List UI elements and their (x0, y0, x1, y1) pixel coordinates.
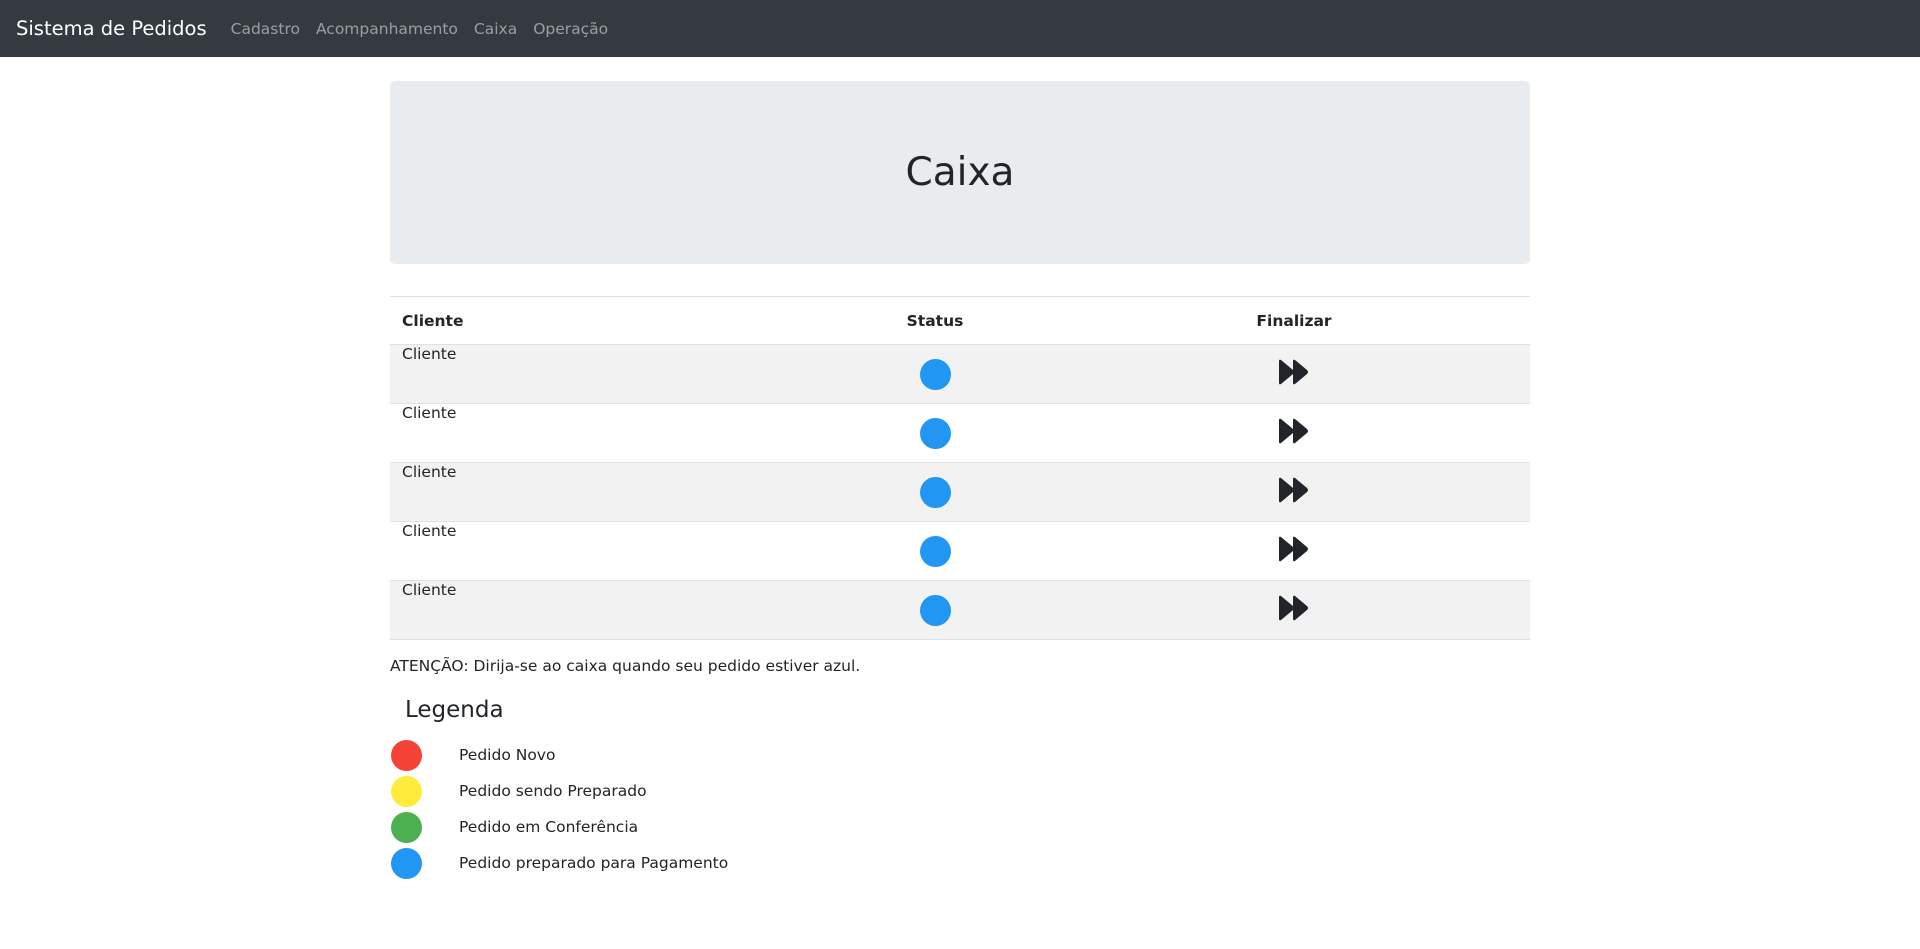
cliente-cell: Cliente (390, 580, 812, 640)
table-row: Cliente (390, 403, 1530, 463)
legend-item: Pedido sendo Preparado (390, 773, 1530, 809)
fast-forward-icon[interactable] (1277, 418, 1311, 448)
table-header-row: Cliente Status Finalizar (390, 296, 1530, 345)
page-header: Caixa (390, 81, 1530, 264)
page-title: Caixa (905, 150, 1015, 195)
legend-item: Pedido em Conferência (390, 809, 1530, 845)
status-cell (812, 403, 1058, 463)
legend-item: Pedido preparado para Pagamento (390, 845, 1530, 881)
finalizar-cell (1058, 403, 1530, 463)
top-navbar: Sistema de Pedidos Cadastro Acompanhamen… (0, 0, 1920, 57)
legend-label: Pedido Novo (459, 746, 556, 764)
fast-forward-icon[interactable] (1277, 477, 1311, 507)
column-header-cliente: Cliente (390, 296, 812, 345)
legend-label: Pedido sendo Preparado (459, 782, 647, 800)
legend-title: Legenda (405, 697, 504, 723)
table-row: Cliente (390, 521, 1530, 581)
main-container: Caixa Cliente Status Finalizar Cliente Cl… (390, 57, 1530, 881)
legend-label: Pedido em Conferência (459, 818, 639, 836)
finalizar-cell (1058, 580, 1530, 640)
finalizar-cell (1058, 521, 1530, 581)
nav-link-cadastro[interactable]: Cadastro (231, 20, 300, 38)
cliente-cell: Cliente (390, 344, 812, 404)
cliente-cell: Cliente (390, 403, 812, 463)
table-row: Cliente (390, 580, 1530, 640)
attention-message: ATENÇÃO: Dirija-se ao caixa quando seu p… (390, 657, 861, 675)
legend-label: Pedido preparado para Pagamento (459, 854, 729, 872)
finalizar-cell (1058, 344, 1530, 404)
status-indicator (919, 358, 951, 390)
navbar-brand[interactable]: Sistema de Pedidos (16, 17, 207, 40)
fast-forward-icon[interactable] (1277, 595, 1311, 625)
status-indicator (919, 535, 951, 567)
status-cell (812, 462, 1058, 522)
status-indicator (919, 476, 951, 508)
orders-table: Cliente Status Finalizar Cliente Cliente C… (390, 296, 1530, 640)
legend-color-dot (391, 847, 422, 879)
legend-item: Pedido Novo (390, 737, 1530, 773)
table-row: Cliente (390, 344, 1530, 404)
cliente-cell: Cliente (390, 521, 812, 581)
column-header-status: Status (812, 296, 1058, 345)
status-indicator (919, 417, 951, 449)
cliente-cell: Cliente (390, 462, 812, 522)
finalizar-cell (1058, 462, 1530, 522)
legend-list: Pedido Novo Pedido sendo Preparado Pedido … (390, 737, 1530, 881)
status-cell (812, 344, 1058, 404)
legend-color-dot (391, 811, 422, 843)
nav-link-acompanhamento[interactable]: Acompanhamento (316, 20, 458, 38)
status-cell (812, 521, 1058, 581)
status-indicator (919, 594, 951, 626)
nav-link-caixa[interactable]: Caixa (474, 20, 517, 38)
fast-forward-icon[interactable] (1277, 536, 1311, 566)
table-row: Cliente (390, 462, 1530, 522)
legend-color-dot (391, 775, 422, 807)
column-header-finalizar: Finalizar (1058, 296, 1530, 345)
legend-color-dot (391, 739, 422, 771)
nav-link-operacao[interactable]: Operação (533, 20, 608, 38)
fast-forward-icon[interactable] (1277, 359, 1311, 389)
status-cell (812, 580, 1058, 640)
orders-table-body: Cliente Cliente Cliente Cliente Cliente (390, 344, 1530, 640)
